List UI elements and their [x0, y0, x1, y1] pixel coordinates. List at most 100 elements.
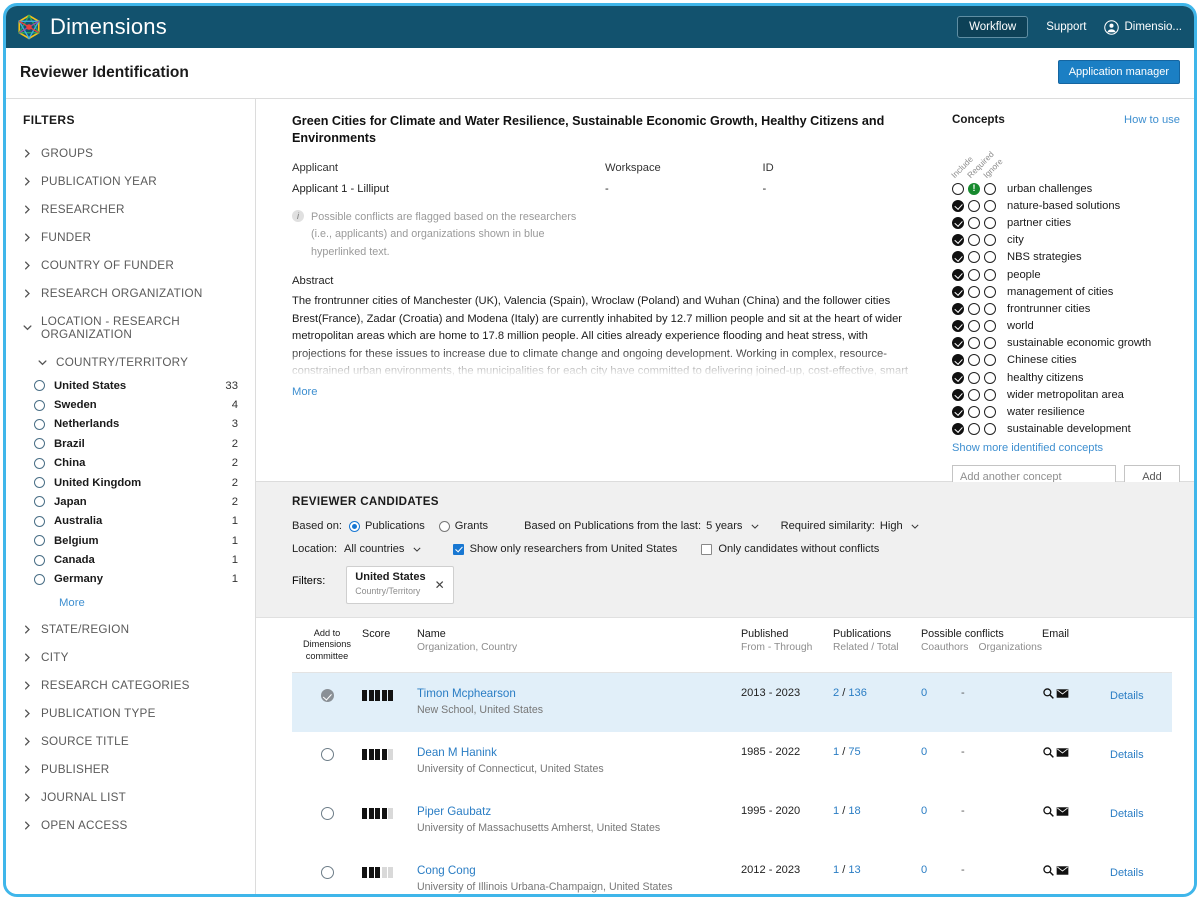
publications-total-link[interactable]: 13 [848, 864, 860, 876]
concept-required-radio[interactable] [968, 320, 980, 332]
cell-add-to-committee[interactable] [292, 850, 362, 896]
concept-ignore-radio[interactable] [984, 234, 996, 246]
facet-city[interactable]: CITY [6, 643, 255, 671]
search-icon[interactable] [1042, 864, 1055, 877]
concept-include-radio[interactable] [952, 337, 964, 349]
facet-source-title[interactable]: SOURCE TITLE [6, 727, 255, 755]
concept-include-radio[interactable] [952, 183, 964, 195]
facet-publication-year[interactable]: PUBLICATION YEAR [6, 167, 255, 195]
radio-publications[interactable]: Publications [349, 520, 425, 532]
support-link[interactable]: Support [1046, 21, 1086, 33]
search-icon[interactable] [1042, 805, 1055, 818]
facet-journal-list[interactable]: JOURNAL LIST [6, 783, 255, 811]
workflow-button[interactable]: Workflow [957, 16, 1028, 38]
facet-open-access[interactable]: OPEN ACCESS [6, 811, 255, 839]
concept-required-radio[interactable] [968, 423, 980, 435]
email-icon[interactable] [1056, 746, 1069, 759]
table-row[interactable]: Dean M HaninkUniversity of Connecticut, … [292, 732, 1172, 791]
concept-required-radio[interactable] [968, 406, 980, 418]
abstract-more-link[interactable]: More [292, 386, 318, 398]
facet-researcher[interactable]: RESEARCHER [6, 195, 255, 223]
concept-include-radio[interactable] [952, 320, 964, 332]
country-option[interactable]: Australia1 [6, 512, 255, 531]
add-to-committee-radio[interactable] [321, 866, 334, 879]
concept-required-radio[interactable] [968, 217, 980, 229]
how-to-use-link[interactable]: How to use [1124, 114, 1180, 126]
facet-publisher[interactable]: PUBLISHER [6, 755, 255, 783]
concept-required-radio[interactable] [968, 354, 980, 366]
concept-ignore-radio[interactable] [984, 286, 996, 298]
concept-ignore-radio[interactable] [984, 320, 996, 332]
concept-ignore-radio[interactable] [984, 354, 996, 366]
concept-ignore-radio[interactable] [984, 183, 996, 195]
filter-chip-remove-icon[interactable]: ✕ [435, 578, 445, 592]
concept-include-radio[interactable] [952, 251, 964, 263]
concept-required-radio[interactable] [968, 251, 980, 263]
application-manager-button[interactable]: Application manager [1058, 60, 1180, 84]
concept-required-radio[interactable] [968, 200, 980, 212]
reviewer-name-link[interactable]: Piper Gaubatz [417, 805, 741, 818]
details-link[interactable]: Details [1110, 867, 1172, 879]
concept-required-radio[interactable] [968, 372, 980, 384]
concept-include-radio[interactable] [952, 234, 964, 246]
table-row[interactable]: Timon McphearsonNew School, United State… [292, 673, 1172, 733]
concept-required-radio[interactable] [968, 234, 980, 246]
last-period-dropdown[interactable]: 5 years [706, 520, 758, 532]
search-icon[interactable] [1042, 746, 1055, 759]
details-link[interactable]: Details [1110, 808, 1172, 820]
country-option[interactable]: United States33 [6, 376, 255, 395]
facet-research-organization[interactable]: RESEARCH ORGANIZATION [6, 279, 255, 307]
concept-required-radio[interactable] [968, 303, 980, 315]
country-option[interactable]: Brazil2 [6, 434, 255, 453]
concept-required-radio[interactable] [968, 337, 980, 349]
table-row[interactable]: Cong CongUniversity of Illinois Urbana-C… [292, 850, 1172, 896]
concept-ignore-radio[interactable] [984, 372, 996, 384]
concept-required-radio[interactable] [968, 269, 980, 281]
concept-ignore-radio[interactable] [984, 406, 996, 418]
concept-ignore-radio[interactable] [984, 423, 996, 435]
publications-total-link[interactable]: 75 [848, 746, 860, 758]
concept-include-radio[interactable] [952, 286, 964, 298]
radio-grants[interactable]: Grants [439, 520, 488, 532]
concept-required-radio[interactable] [968, 183, 980, 195]
similarity-dropdown[interactable]: High [880, 520, 919, 532]
account-menu[interactable]: Dimensio... [1104, 20, 1182, 35]
concept-ignore-radio[interactable] [984, 389, 996, 401]
concept-include-radio[interactable] [952, 354, 964, 366]
search-icon[interactable] [1042, 687, 1055, 700]
cell-add-to-committee[interactable] [292, 791, 362, 850]
concept-include-radio[interactable] [952, 217, 964, 229]
country-option[interactable]: Belgium1 [6, 531, 255, 550]
concept-ignore-radio[interactable] [984, 269, 996, 281]
country-option[interactable]: China2 [6, 454, 255, 473]
concept-required-radio[interactable] [968, 286, 980, 298]
facet-research-categories[interactable]: RESEARCH CATEGORIES [6, 671, 255, 699]
country-more-link[interactable]: More [6, 589, 255, 615]
filter-chip-united-states[interactable]: United States Country/Territory ✕ [346, 566, 453, 604]
concept-include-radio[interactable] [952, 423, 964, 435]
country-option[interactable]: Germany1 [6, 570, 255, 589]
facet-location-research-organization[interactable]: LOCATION - RESEARCH ORGANIZATION [6, 307, 255, 348]
facet-groups[interactable]: GROUPS [6, 139, 255, 167]
concept-include-radio[interactable] [952, 406, 964, 418]
add-to-committee-radio[interactable] [321, 689, 334, 702]
concept-include-radio[interactable] [952, 389, 964, 401]
publications-total-link[interactable]: 136 [848, 687, 867, 699]
reviewer-name-link[interactable]: Cong Cong [417, 864, 741, 877]
concept-ignore-radio[interactable] [984, 217, 996, 229]
add-to-committee-radio[interactable] [321, 807, 334, 820]
details-link[interactable]: Details [1110, 749, 1172, 761]
facet-publication-type[interactable]: PUBLICATION TYPE [6, 699, 255, 727]
show-more-concepts-link[interactable]: Show more identified concepts [952, 442, 1180, 454]
facet-country-of-funder[interactable]: COUNTRY OF FUNDER [6, 251, 255, 279]
facet-country-territory[interactable]: COUNTRY/TERRITORY [6, 348, 255, 376]
country-option[interactable]: United Kingdom2 [6, 473, 255, 492]
concept-ignore-radio[interactable] [984, 303, 996, 315]
concept-required-radio[interactable] [968, 389, 980, 401]
concept-ignore-radio[interactable] [984, 200, 996, 212]
concept-include-radio[interactable] [952, 200, 964, 212]
conflicts-coauthors-value[interactable]: 0 [921, 687, 927, 699]
publications-total-link[interactable]: 18 [848, 805, 860, 817]
cell-add-to-committee[interactable] [292, 673, 362, 733]
conflicts-coauthors-value[interactable]: 0 [921, 746, 927, 758]
